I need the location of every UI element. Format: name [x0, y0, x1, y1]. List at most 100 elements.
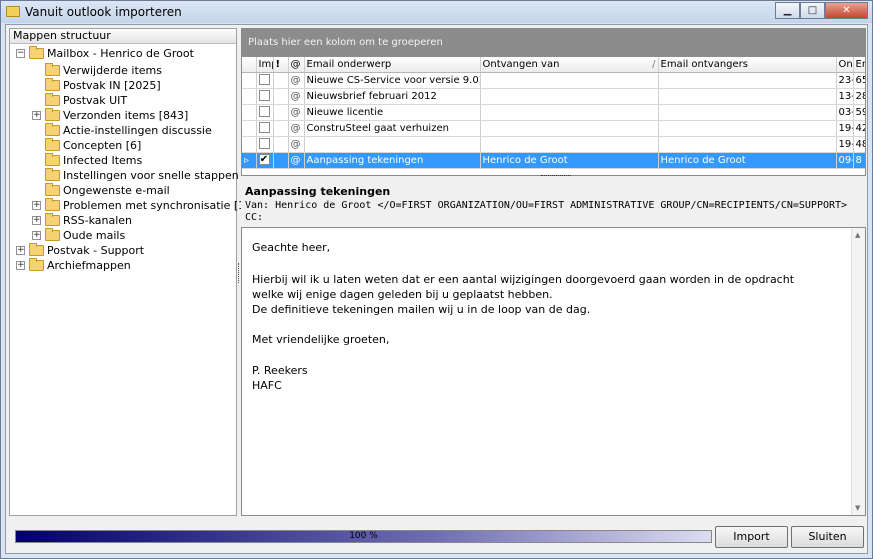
checkbox[interactable] — [258, 138, 270, 150]
expand-icon[interactable]: + — [32, 111, 41, 120]
expand-icon[interactable]: + — [16, 261, 25, 270]
em-cell: 65 — [853, 72, 865, 89]
column-header-from[interactable]: Ontvangen van / — [480, 57, 659, 73]
from-cell — [480, 88, 659, 105]
minimize-button[interactable]: ▁ — [775, 2, 800, 19]
folder-tree-pane: Mappen structuur − Mailbox - Henrico de G… — [9, 28, 256, 516]
tree-node-label: Oude mails — [63, 229, 126, 242]
checkbox[interactable] — [258, 90, 270, 102]
folder-icon — [29, 258, 44, 271]
sort-indicator: / — [652, 58, 656, 70]
vertical-splitter[interactable] — [237, 28, 240, 516]
to-cell: Henrico de Groot — [658, 152, 837, 169]
folder-icon — [45, 183, 60, 196]
to-cell — [658, 120, 837, 137]
folder-icon — [45, 198, 60, 211]
row-indicator — [242, 120, 257, 137]
import-button[interactable]: Import — [715, 526, 788, 548]
row-indicator-header — [242, 57, 257, 73]
body-line: Hierbij wil ik u laten weten dat er een … — [252, 273, 795, 286]
close-button[interactable]: Sluiten — [791, 526, 864, 548]
em-cell: 48 — [853, 136, 865, 153]
table-row[interactable]: ▹ ✔ @ Aanpassing tekeningen Henrico de Groot… — [242, 152, 865, 169]
expand-icon[interactable]: + — [32, 231, 41, 240]
row-indicator — [242, 104, 257, 121]
body-line: Met vriendelijke groeten, — [252, 333, 390, 346]
on-cell: 09- — [836, 152, 854, 169]
tree-node-label: Postvak IN [2025] — [63, 79, 161, 92]
group-by-area[interactable]: Plaats hier een kolom om te groeperen — [242, 29, 865, 57]
column-header-subject[interactable]: Email onderwerp — [304, 57, 481, 73]
import-checkbox[interactable] — [256, 136, 274, 153]
checkbox[interactable] — [258, 106, 270, 118]
title-bar: Vanuit outlook importeren ▁ □ ✕ — [1, 1, 872, 23]
folder-icon — [45, 93, 60, 106]
table-row[interactable]: @ConstruSteel gaat verhuizen 19-42 — [242, 120, 865, 137]
folder-icon — [45, 108, 60, 121]
tree-node-label: Instellingen voor snelle stappen — [63, 169, 239, 182]
from-cell — [480, 120, 659, 137]
collapse-icon[interactable]: − — [16, 49, 25, 58]
tree-node-label: Actie-instellingen discussie — [63, 124, 212, 137]
priority-cell — [273, 136, 289, 153]
to-cell — [658, 104, 837, 121]
table-row[interactable]: @Nieuwsbrief februari 2012 13-283 — [242, 88, 865, 105]
bottom-bar: 100 % Import Sluiten — [9, 520, 866, 552]
row-indicator — [242, 72, 257, 89]
progress-bar: 100 % — [15, 530, 712, 543]
import-checkbox[interactable] — [256, 88, 274, 105]
tree-node-label: Archiefmappen — [47, 259, 131, 272]
folder-icon — [45, 168, 60, 181]
checkbox[interactable] — [258, 122, 270, 134]
body-line: P. Reekers — [252, 364, 308, 377]
column-header-em[interactable]: Em — [853, 57, 865, 73]
attachment-icon: @ — [288, 72, 305, 89]
column-header-imp[interactable]: Imp — [256, 57, 274, 73]
checkbox[interactable]: ✔ — [258, 154, 270, 166]
em-cell: 59 — [853, 104, 865, 121]
preview-pane: Aanpassing tekeningen Van: Henrico de Gr… — [241, 178, 866, 516]
progress-label: 100 % — [349, 531, 378, 541]
column-header-priority[interactable]: ! — [273, 57, 289, 73]
table-row[interactable]: @Nieuwe CS-Service voor versie 9.01 23-65 — [242, 72, 865, 89]
vertical-scrollbar[interactable]: ▲ ▼ — [851, 228, 865, 515]
row-indicator — [242, 136, 257, 153]
table-row[interactable]: @19-48 — [242, 136, 865, 153]
maximize-button[interactable]: □ — [800, 2, 825, 19]
import-checkbox[interactable]: ✔ — [256, 152, 274, 169]
subject-cell — [304, 136, 481, 153]
folder-icon — [45, 63, 60, 76]
subject-cell: Aanpassing tekeningen — [304, 152, 481, 169]
em-cell: 42 — [853, 120, 865, 137]
dialog-client: Mappen structuur − Mailbox - Henrico de G… — [5, 24, 868, 554]
subject-cell: Nieuwe licentie — [304, 104, 481, 121]
expand-icon[interactable]: + — [16, 246, 25, 255]
tree-node-label: Concepten [6] — [63, 139, 142, 152]
import-checkbox[interactable] — [256, 104, 274, 121]
expand-icon[interactable]: + — [32, 201, 41, 210]
table-row[interactable]: @Nieuwe licentie 03-59 — [242, 104, 865, 121]
scroll-down-icon[interactable]: ▼ — [855, 504, 860, 512]
column-header-to[interactable]: Email ontvangers — [658, 57, 837, 73]
to-cell — [658, 136, 837, 153]
expand-icon[interactable]: + — [32, 216, 41, 225]
tree-node-label: Ongewenste e-mail — [63, 184, 170, 197]
email-grid: Plaats hier een kolom om te groeperen Im… — [241, 28, 866, 176]
column-header-on[interactable]: On — [836, 57, 854, 73]
close-window-button[interactable]: ✕ — [825, 2, 868, 19]
tree-node-label: Postvak - Support — [47, 244, 145, 257]
checkbox[interactable] — [258, 74, 270, 86]
message-body[interactable]: Geachte heer, Hierbij wil ik u laten wet… — [241, 227, 866, 516]
to-cell — [658, 72, 837, 89]
import-checkbox[interactable] — [256, 72, 274, 89]
folder-icon — [45, 123, 60, 136]
to-cell — [658, 88, 837, 105]
tree-node-label: Mailbox - Henrico de Groot — [47, 47, 194, 60]
subject-cell: Nieuwsbrief februari 2012 — [304, 88, 481, 105]
import-checkbox[interactable] — [256, 120, 274, 137]
row-indicator — [242, 88, 257, 105]
folder-tree-header: Mappen structuur — [10, 29, 236, 44]
column-header-attachment[interactable]: @ — [288, 57, 305, 73]
email-table: Imp ! @ Email onderwerp Ontvangen van/ E… — [242, 57, 865, 169]
scroll-up-icon[interactable]: ▲ — [855, 231, 860, 239]
